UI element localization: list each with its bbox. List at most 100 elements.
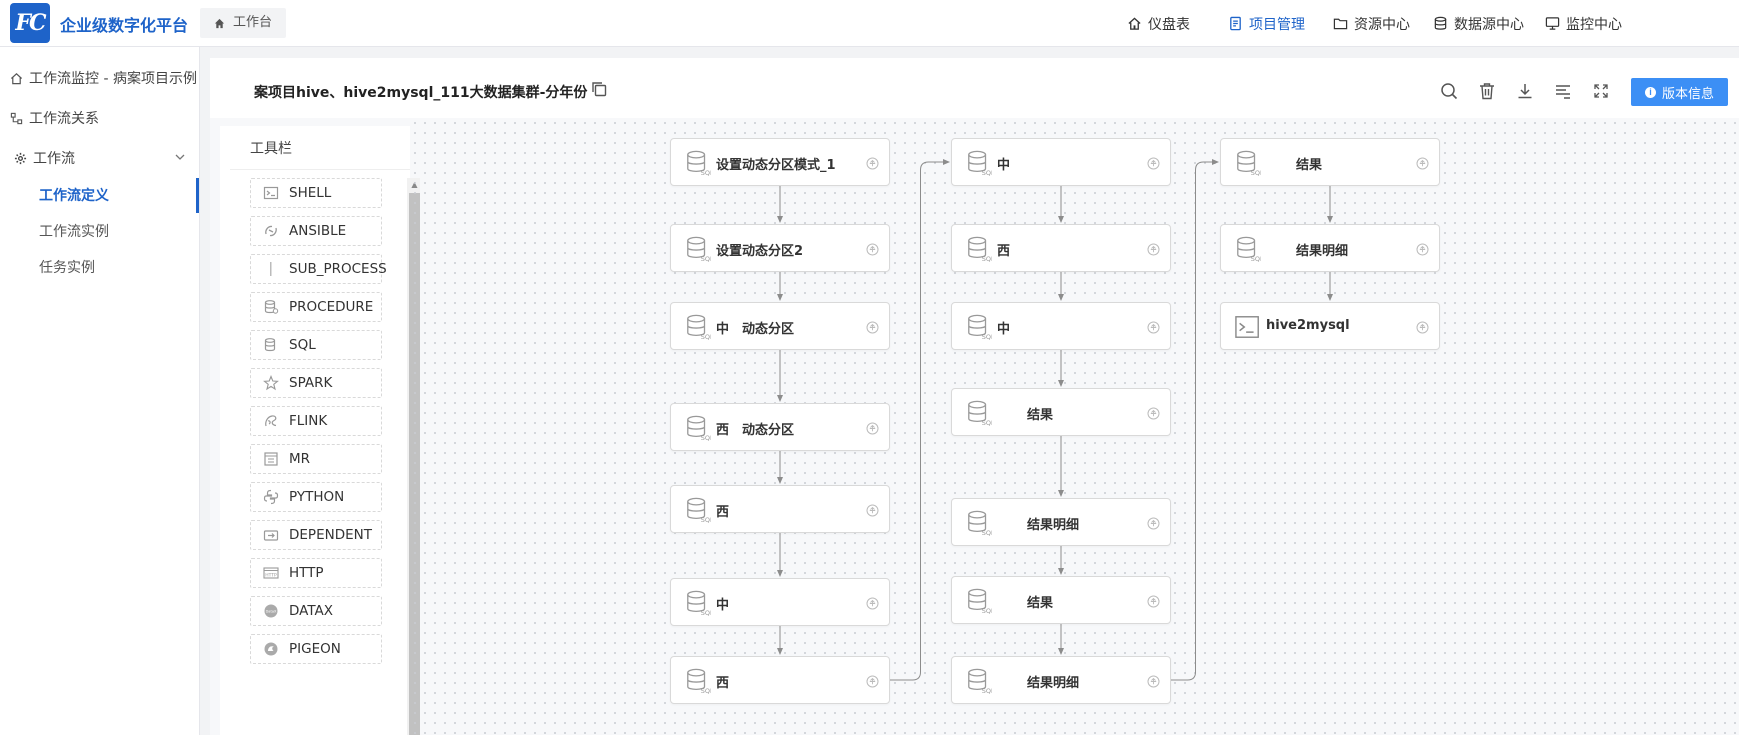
- dag-node-label: 中: [997, 158, 1011, 173]
- dag-node-sql-task[interactable]: SQL 结果: [1220, 138, 1440, 186]
- dag-node-sql-task[interactable]: SQL 结果明细: [951, 498, 1171, 546]
- add-node-icon[interactable]: [1147, 517, 1160, 530]
- add-node-icon[interactable]: [866, 321, 879, 334]
- download-icon[interactable]: [1516, 82, 1534, 100]
- toolbox-item-label: MR: [289, 451, 311, 467]
- toolbox-item-procedure[interactable]: PROCEDURE: [250, 292, 382, 322]
- dag-node-shell-task[interactable]: hive2mysql: [1220, 302, 1440, 350]
- dag-node-sql-task[interactable]: SQL 设置动态分区2: [670, 224, 890, 272]
- add-node-icon[interactable]: [866, 243, 879, 256]
- tab-workbench-label: 工作台: [233, 15, 273, 30]
- document-icon: [1230, 16, 1241, 31]
- add-node-icon[interactable]: [1147, 407, 1160, 420]
- dag-node-sql-task[interactable]: SQL 中: [951, 302, 1171, 350]
- version-info-label: 版本信息: [1661, 85, 1714, 101]
- add-node-icon[interactable]: [1416, 157, 1429, 170]
- nav-dashboard[interactable]: 仪盘表: [1127, 0, 1190, 47]
- svg-text:SQL: SQL: [1251, 169, 1261, 177]
- add-node-icon[interactable]: [1147, 157, 1160, 170]
- shell-icon: [1235, 316, 1259, 338]
- nav-project-management-label: 项目管理: [1249, 16, 1305, 33]
- toolbox-item-shell[interactable]: SHELL: [250, 178, 382, 208]
- sidebar-sub-workflow-instance[interactable]: 工作流实例: [39, 221, 109, 241]
- add-node-icon[interactable]: [1147, 243, 1160, 256]
- datax-icon: DataX: [264, 604, 278, 618]
- mr-icon: [264, 452, 278, 466]
- toolbox-item-label: FLINK: [289, 413, 328, 429]
- add-node-icon[interactable]: [1416, 243, 1429, 256]
- toolbox-item-spark[interactable]: SPARK: [250, 368, 382, 398]
- dag-node-sql-task[interactable]: SQL 西 动态分区: [670, 403, 890, 451]
- nav-monitor-center[interactable]: 监控中心: [1545, 0, 1622, 47]
- delete-icon[interactable]: [1478, 82, 1496, 100]
- sidebar: 工作流监控 - 病案项目示例 工作流关系 工作流 工作流定义 工作流实例 任务实…: [0, 47, 200, 735]
- dag-canvas[interactable]: SQL 设置动态分区模式_1 SQL 设置动态分区2 SQL 中 动态分区 SQL 西 动态分…: [410, 118, 1739, 735]
- toolbox-item-http[interactable]: HTTP HTTP: [250, 558, 382, 588]
- folder-icon: [1333, 18, 1348, 30]
- logo[interactable]: FC: [10, 3, 50, 43]
- toolbox-item-sub-process[interactable]: SUB_PROCESS: [250, 254, 387, 284]
- toolbox-item-python[interactable]: PYTHON: [250, 482, 382, 512]
- dag-node-label: 西 动态分区: [716, 423, 795, 438]
- add-node-icon[interactable]: [866, 157, 879, 170]
- add-node-icon[interactable]: [866, 422, 879, 435]
- toolbox-item-label: PIGEON: [289, 641, 341, 657]
- toolbox-item-flink[interactable]: FLINK: [250, 406, 382, 436]
- workflow-canvas-area: 工具栏 SHELL ANSIBLE SUB_PROCESS PROCEDURE SQL S…: [210, 118, 1739, 735]
- dag-node-sql-task[interactable]: SQL 设置动态分区模式_1: [670, 138, 890, 186]
- nav-resource-center-label: 资源中心: [1354, 16, 1410, 33]
- add-node-icon[interactable]: [866, 504, 879, 517]
- toolbox-item-datax[interactable]: DataX DATAX: [250, 596, 382, 626]
- dag-node-sql-task[interactable]: SQL 结果: [951, 388, 1171, 436]
- search-icon[interactable]: [1440, 82, 1458, 100]
- svg-text:SQL: SQL: [982, 333, 992, 341]
- version-info-button[interactable]: i 版本信息: [1631, 78, 1728, 106]
- dag-node-label: 西: [716, 505, 730, 520]
- dag-node-sql-task[interactable]: SQL 结果: [951, 576, 1171, 624]
- chevron-down-icon[interactable]: [174, 151, 186, 163]
- nav-resource-center[interactable]: 资源中心: [1333, 0, 1410, 47]
- dag-node-sql-task[interactable]: SQL 西: [951, 224, 1171, 272]
- dag-node-label: 设置动态分区2: [716, 244, 804, 259]
- add-node-icon[interactable]: [1147, 595, 1160, 608]
- home-icon: [214, 18, 225, 28]
- add-node-icon[interactable]: [1416, 321, 1429, 334]
- sql-icon: SQL: [968, 236, 992, 263]
- toolbox-item-label: SQL: [289, 337, 316, 353]
- sidebar-item-workflow-relation[interactable]: 工作流关系: [10, 108, 99, 128]
- sql-icon: SQL: [968, 510, 992, 537]
- sql-icon: SQL: [1237, 150, 1261, 177]
- dag-node-sql-task[interactable]: SQL 中: [951, 138, 1171, 186]
- toolbox-item-mr[interactable]: MR: [250, 444, 382, 474]
- add-node-icon[interactable]: [1147, 321, 1160, 334]
- add-node-icon[interactable]: [866, 675, 879, 688]
- svg-text:SQL: SQL: [701, 333, 711, 341]
- format-icon[interactable]: [1554, 82, 1572, 100]
- nav-datasource-center[interactable]: 数据源中心: [1433, 0, 1524, 47]
- add-node-icon[interactable]: [1147, 675, 1160, 688]
- dag-node-sql-task[interactable]: SQL 结果明细: [951, 656, 1171, 704]
- svg-text:SQL: SQL: [701, 516, 711, 524]
- toolbox-item-ansible[interactable]: ANSIBLE: [250, 216, 382, 246]
- add-node-icon[interactable]: [866, 597, 879, 610]
- dag-node-sql-task[interactable]: SQL 西: [670, 656, 890, 704]
- dag-node-label: 西: [716, 676, 730, 691]
- tab-workbench[interactable]: 工作台: [200, 8, 287, 38]
- dag-node-label: 中: [716, 598, 730, 613]
- toolbox-item-label: SPARK: [289, 375, 333, 391]
- toolbox-item-dependent[interactable]: DEPENDENT: [250, 520, 382, 550]
- sidebar-item-workflow[interactable]: 工作流: [14, 148, 75, 168]
- copy-icon[interactable]: [590, 80, 608, 98]
- dag-node-sql-task[interactable]: SQL 西: [670, 485, 890, 533]
- nav-project-management[interactable]: 项目管理: [1228, 0, 1305, 47]
- toolbox-item-pigeon[interactable]: PIGEON: [250, 634, 382, 664]
- sidebar-sub-workflow-definition[interactable]: 工作流定义: [39, 185, 109, 205]
- dag-node-sql-task[interactable]: SQL 结果明细: [1220, 224, 1440, 272]
- sidebar-sub-task-instance[interactable]: 任务实例: [39, 257, 95, 277]
- fullscreen-icon[interactable]: [1592, 82, 1610, 100]
- toolbox-item-sql[interactable]: SQL: [250, 330, 382, 360]
- sidebar-item-workflow-monitor[interactable]: 工作流监控 - 病案项目示例: [10, 68, 197, 88]
- dag-node-sql-task[interactable]: SQL 中: [670, 578, 890, 626]
- dag-node-sql-task[interactable]: SQL 中 动态分区: [670, 302, 890, 350]
- ansible-icon: [265, 225, 277, 237]
